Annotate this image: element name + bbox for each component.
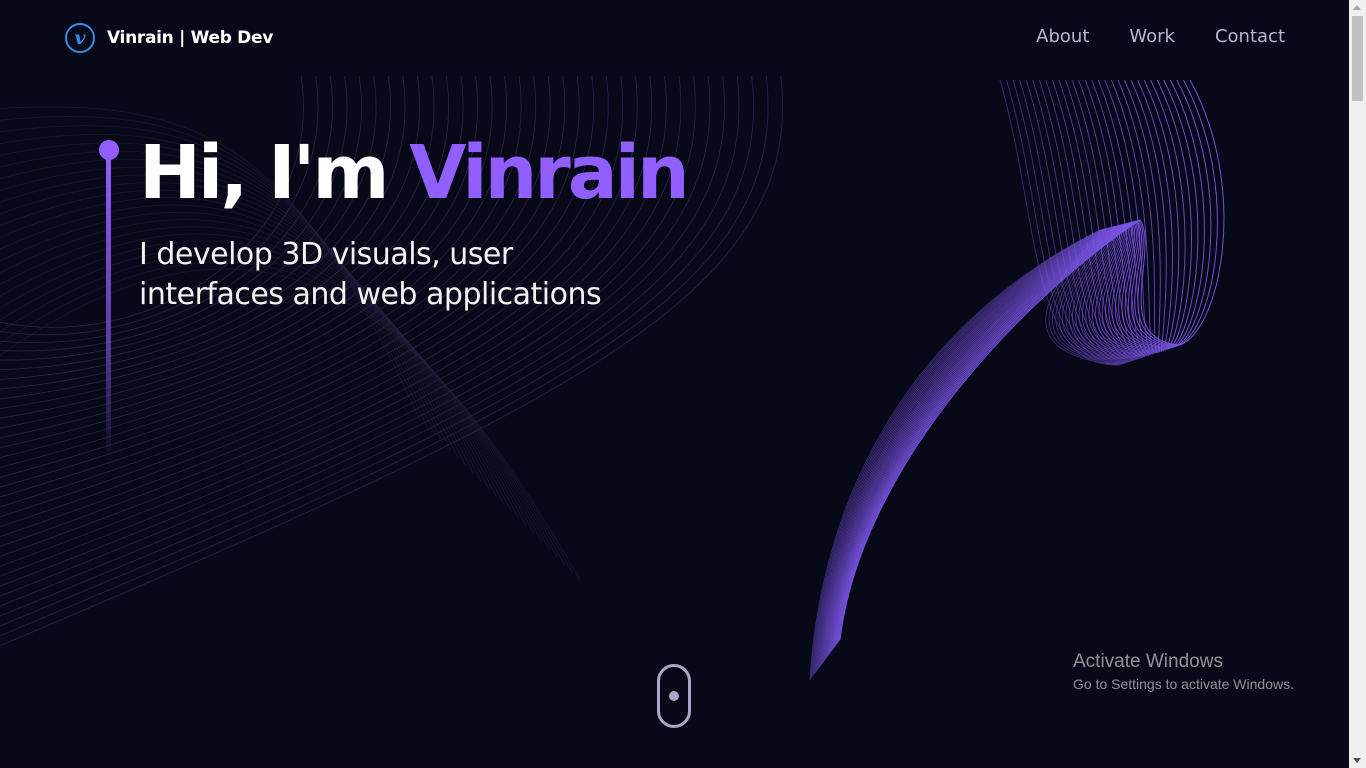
right-wave-line bbox=[821, 79, 1145, 664]
navbar: v Vinrain | Web Dev About Work Contact bbox=[0, 0, 1349, 76]
left-wave-line bbox=[0, 174, 482, 482]
scroll-down-arrow-icon[interactable] bbox=[1353, 758, 1361, 763]
right-wave-line bbox=[819, 79, 1141, 667]
mouse-scroll-icon[interactable] bbox=[657, 664, 691, 728]
left-wave-line bbox=[0, 182, 489, 489]
right-wave-line bbox=[812, 79, 1127, 676]
v-logo-icon: v bbox=[65, 23, 95, 53]
right-wave-line bbox=[832, 79, 1180, 650]
right-wave-line bbox=[828, 79, 1159, 656]
hero-title: Hi, I'm Vinrain bbox=[139, 130, 690, 216]
hero-title-name: Vinrain bbox=[409, 130, 689, 216]
page-scrollbar[interactable] bbox=[1349, 0, 1366, 768]
hero-subtitle: I develop 3D visuals, user interfaces an… bbox=[139, 235, 659, 315]
windows-activation-watermark: Activate Windows Go to Settings to activ… bbox=[1073, 651, 1294, 695]
right-wave-line bbox=[820, 79, 1143, 665]
right-wave-line bbox=[822, 79, 1147, 663]
right-wave-line bbox=[813, 79, 1129, 675]
brand-name: Vinrain | Web Dev bbox=[107, 28, 274, 48]
hero-subtitle-line1: I develop 3D visuals, user bbox=[139, 237, 513, 272]
right-wave-lines bbox=[809, 79, 1225, 681]
scroll-dot bbox=[669, 691, 679, 701]
right-wave-line bbox=[836, 79, 1205, 645]
watermark-title: Activate Windows bbox=[1073, 651, 1223, 672]
right-wave-line bbox=[823, 79, 1150, 661]
hero-subtitle-line2: interfaces and web applications bbox=[139, 277, 602, 312]
nav-link-about[interactable]: About bbox=[1036, 26, 1089, 47]
right-wave-line bbox=[839, 79, 1225, 641]
right-wave-line bbox=[837, 79, 1212, 643]
nav-link-work[interactable]: Work bbox=[1129, 26, 1175, 47]
right-wave-line bbox=[834, 79, 1192, 647]
right-wave-line bbox=[827, 79, 1156, 657]
nav-link-contact[interactable]: Contact bbox=[1215, 26, 1285, 47]
right-wave-line bbox=[833, 79, 1186, 649]
scroll-up-arrow-icon[interactable] bbox=[1353, 5, 1361, 10]
right-wave-line bbox=[814, 79, 1131, 674]
page-viewport: v Vinrain | Web Dev About Work Contact H… bbox=[0, 0, 1349, 768]
brand-link[interactable]: v Vinrain | Web Dev bbox=[65, 21, 273, 55]
nav-links: About Work Contact bbox=[1036, 26, 1285, 47]
right-wave-line bbox=[829, 79, 1161, 654]
right-wave-line bbox=[838, 79, 1218, 642]
hero-accent-line bbox=[106, 156, 111, 461]
right-wave-line bbox=[826, 79, 1154, 658]
watermark-subtitle: Go to Settings to activate Windows. bbox=[1073, 676, 1294, 692]
right-wave-line bbox=[816, 79, 1135, 671]
right-wave-line bbox=[815, 79, 1133, 672]
right-wave-line bbox=[818, 79, 1139, 668]
right-wave-line bbox=[811, 79, 1125, 678]
scrollbar-thumb[interactable] bbox=[1352, 16, 1363, 101]
right-wave-line bbox=[831, 79, 1173, 652]
hero-title-prefix: Hi, I'm bbox=[139, 130, 410, 216]
